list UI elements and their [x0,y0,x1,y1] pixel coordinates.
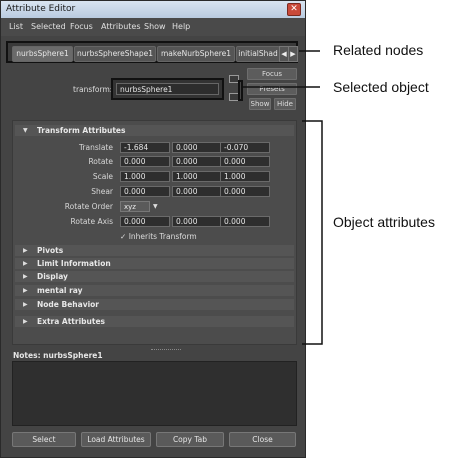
callout-related-nodes: Related nodes [333,42,424,58]
callout-selected-object: Selected object [333,79,429,95]
callout-object-attributes: Object attributes [333,214,435,230]
